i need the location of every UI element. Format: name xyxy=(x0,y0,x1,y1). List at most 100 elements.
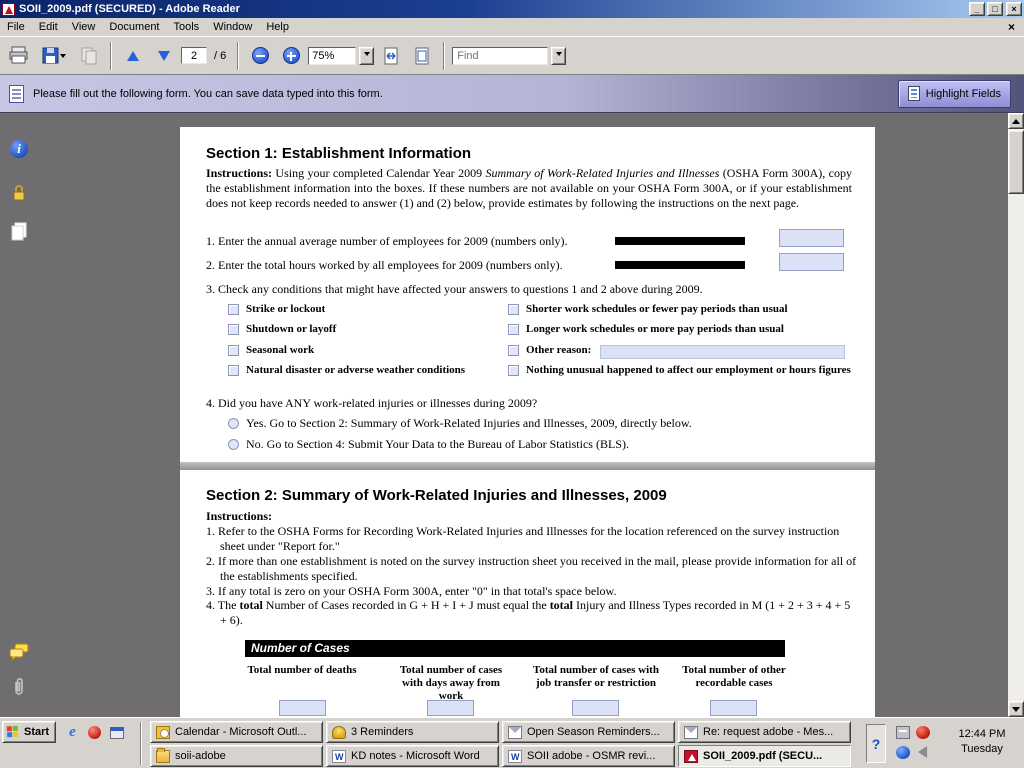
checkbox-nothing-unusual[interactable] xyxy=(508,365,519,376)
checkbox-strike-or-lockout[interactable] xyxy=(228,304,239,315)
scrollbar-thumb[interactable] xyxy=(1008,130,1024,194)
menu-file[interactable]: File xyxy=(0,19,32,35)
security-panel-button[interactable] xyxy=(8,181,30,203)
menu-tools[interactable]: Tools xyxy=(167,19,207,35)
copy-button[interactable] xyxy=(75,42,103,70)
fit-page-button[interactable] xyxy=(408,42,436,70)
vertical-scrollbar[interactable] xyxy=(1008,113,1024,717)
radio-no-label: No. Go to Section 4: Submit Your Data to… xyxy=(246,437,629,452)
show-desktop-button[interactable] xyxy=(108,724,125,741)
taskbar: Start Calendar - Microsoft Outl... 3 Rem… xyxy=(0,717,1024,768)
question-3: 3. Check any conditions that might have … xyxy=(206,282,703,297)
title-bar[interactable]: SOII_2009.pdf (SECURED) - Adobe Reader _… xyxy=(0,0,1024,18)
pages-panel-button[interactable] xyxy=(8,221,30,243)
pages-icon xyxy=(10,222,28,242)
start-button[interactable]: Start xyxy=(2,721,56,743)
next-page-button[interactable] xyxy=(150,42,178,70)
volume-tray-icon[interactable] xyxy=(918,746,927,758)
taskbar-clock[interactable]: 12:44 PM Tuesday xyxy=(946,727,1018,757)
taskbar-button-reminders[interactable]: 3 Reminders xyxy=(326,721,499,743)
radio-no[interactable] xyxy=(228,439,239,450)
taskbar-button-outlook-calendar[interactable]: Calendar - Microsoft Outl... xyxy=(150,721,323,743)
menu-view[interactable]: View xyxy=(65,19,103,35)
checkbox-natural-disaster[interactable] xyxy=(228,365,239,376)
taskbar-button-soii-adobe-folder[interactable]: soii-adobe xyxy=(150,745,323,767)
checkbox-other-reason[interactable] xyxy=(508,345,519,356)
scroll-up-icon xyxy=(1012,119,1020,124)
menu-window[interactable]: Window xyxy=(206,19,259,35)
checkbox-shorter-schedules[interactable] xyxy=(508,304,519,315)
employees-input[interactable] xyxy=(779,229,844,247)
menu-edit[interactable]: Edit xyxy=(32,19,65,35)
cases-other-input[interactable] xyxy=(710,700,757,716)
fit-page-icon xyxy=(413,47,431,65)
maximize-button[interactable]: □ xyxy=(987,2,1003,16)
checkbox-shutdown-or-layoff[interactable] xyxy=(228,324,239,335)
scroll-down-icon xyxy=(1012,707,1020,712)
cases-job-transfer-input[interactable] xyxy=(572,700,619,716)
other-reason-input[interactable] xyxy=(600,345,845,359)
comments-panel-button[interactable] xyxy=(8,641,30,663)
checkbox-label: Shorter work schedules or fewer pay peri… xyxy=(526,303,788,315)
column-header-days-away: Total number of cases with days away fro… xyxy=(390,664,512,703)
window-title: SOII_2009.pdf (SECURED) - Adobe Reader xyxy=(19,3,967,15)
find-input[interactable] xyxy=(452,47,548,65)
column-header-other-recordable: Total number of other recordable cases xyxy=(675,664,793,690)
taskbar-button-soii-pdf-active[interactable]: SOII_2009.pdf (SECU... xyxy=(678,745,851,767)
zoom-dropdown-button[interactable] xyxy=(359,47,374,65)
taskbar-button-kd-notes-word[interactable]: KD notes - Microsoft Word xyxy=(326,745,499,767)
scroll-down-button[interactable] xyxy=(1008,701,1024,717)
toolbar: / 6 75% xyxy=(0,37,1024,75)
redacted-value-bar xyxy=(615,261,745,269)
find-dropdown-button[interactable] xyxy=(551,47,566,65)
checkbox-longer-schedules[interactable] xyxy=(508,324,519,335)
highlight-fields-button[interactable]: Highlight Fields xyxy=(898,80,1011,108)
network-tray-icon[interactable] xyxy=(896,746,910,759)
section2-instruction-4: 4. The total Number of Cases recorded in… xyxy=(206,598,858,628)
zoom-out-button[interactable] xyxy=(246,42,274,70)
page-number-input[interactable] xyxy=(181,47,207,64)
cases-days-away-input[interactable] xyxy=(427,700,474,716)
radio-row: No. Go to Section 4: Submit Your Data to… xyxy=(228,437,629,452)
attachments-panel-button[interactable] xyxy=(8,676,30,698)
start-label: Start xyxy=(24,726,49,738)
menu-help[interactable]: Help xyxy=(259,19,296,35)
radio-row: Yes. Go to Section 2: Summary of Work-Re… xyxy=(228,416,692,431)
fit-width-button[interactable] xyxy=(377,42,405,70)
scroll-up-button[interactable] xyxy=(1008,113,1024,129)
printer-tray-icon[interactable] xyxy=(896,726,910,739)
zoom-level-value[interactable]: 75% xyxy=(308,47,356,65)
close-button[interactable]: × xyxy=(1006,2,1022,16)
zoom-in-button[interactable] xyxy=(277,42,305,70)
highlight-fields-icon xyxy=(908,86,920,101)
tray-help-icon[interactable]: ? xyxy=(866,724,886,763)
close-document-icon[interactable]: × xyxy=(999,20,1024,34)
fit-width-icon xyxy=(382,47,400,65)
quick-launch-button[interactable] xyxy=(86,724,103,741)
how-to-panel-button[interactable] xyxy=(8,138,30,160)
section2-instruction-2: 2. If more than one establishment is not… xyxy=(206,554,858,584)
menu-bar: File Edit View Document Tools Window Hel… xyxy=(0,18,1024,37)
save-button[interactable] xyxy=(36,42,72,70)
toolbar-separator xyxy=(237,42,239,70)
taskbar-button-soii-adobe-word[interactable]: SOII adobe - OSMR revi... xyxy=(502,745,675,767)
cases-deaths-input[interactable] xyxy=(279,700,326,716)
hours-input[interactable] xyxy=(779,253,844,271)
print-button[interactable] xyxy=(5,42,33,70)
word-icon xyxy=(508,750,522,763)
previous-page-button[interactable] xyxy=(119,42,147,70)
show-desktop-icon xyxy=(110,727,124,739)
taskbar-button-open-season[interactable]: Open Season Reminders... xyxy=(502,721,675,743)
menu-document[interactable]: Document xyxy=(102,19,166,35)
status-red-tray-icon[interactable] xyxy=(916,726,930,739)
taskbar-button-label: Re: request adobe - Mes... xyxy=(703,726,833,738)
mail-icon xyxy=(684,726,698,739)
taskbar-button-re-request-adobe[interactable]: Re: request adobe - Mes... xyxy=(678,721,851,743)
highlight-fields-label: Highlight Fields xyxy=(926,88,1001,100)
radio-yes[interactable] xyxy=(228,418,239,429)
print-icon xyxy=(9,46,29,65)
internet-explorer-launch-button[interactable] xyxy=(64,724,81,741)
checkbox-seasonal-work[interactable] xyxy=(228,345,239,356)
form-icon xyxy=(9,85,24,103)
minimize-button[interactable]: _ xyxy=(969,2,985,16)
